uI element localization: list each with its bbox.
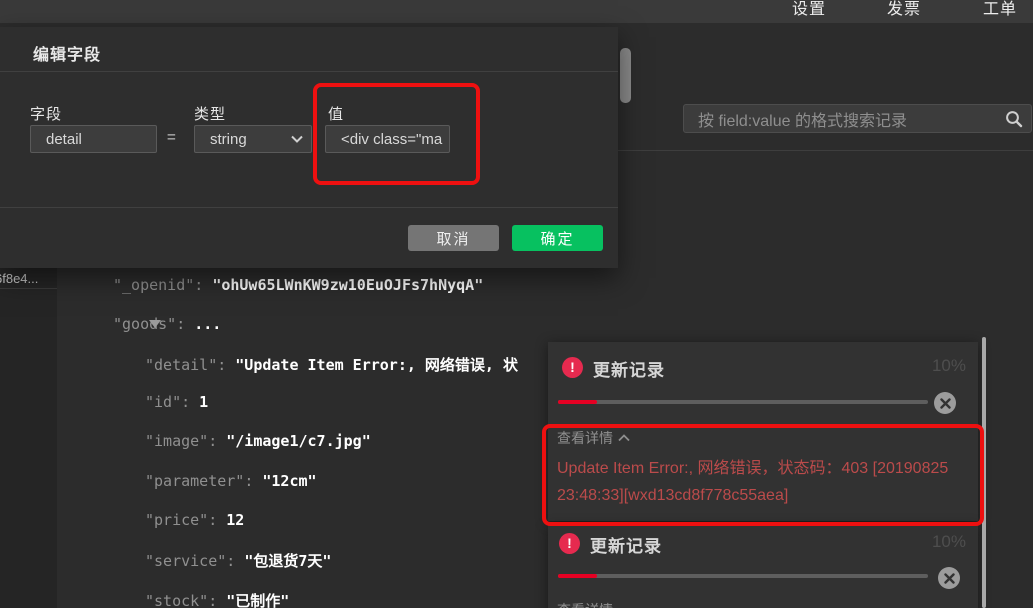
- type-label: 类型: [194, 106, 227, 123]
- chevron-down-icon: [291, 135, 303, 143]
- json-key: "service":: [145, 552, 236, 570]
- json-value: "ohUw65LWnKW9zw10EuOJFs7hNyqA": [212, 276, 484, 294]
- content-scrollbar[interactable]: [982, 337, 986, 608]
- json-key: "parameter":: [145, 472, 254, 490]
- view-details-link[interactable]: 查看详情: [557, 428, 630, 448]
- progress-percent: 10%: [931, 532, 966, 551]
- json-key: "id":: [145, 393, 191, 411]
- view-details-link[interactable]: 查看详情: [557, 600, 613, 608]
- json-value: 12: [226, 511, 245, 529]
- json-key: "_openid":: [113, 276, 204, 294]
- json-row-id: "id": 1: [145, 393, 208, 411]
- value-label: 值: [328, 106, 345, 123]
- json-value: 1: [199, 393, 209, 411]
- toast-title: 更新记录: [593, 361, 665, 380]
- close-icon[interactable]: [938, 567, 960, 589]
- search-icon[interactable]: [1005, 110, 1023, 128]
- json-value: "Update Item Error:, 网络错误, 状: [235, 356, 518, 374]
- error-icon: !: [562, 357, 583, 378]
- dialog-footer-divider: [0, 207, 618, 208]
- dialog-title: 编辑字段: [33, 47, 102, 64]
- json-row-openid: "_openid": "ohUw65LWnKW9zw10EuOJFs7hNyqA": [113, 276, 483, 294]
- json-row-parameter: "parameter": "12cm": [145, 472, 317, 490]
- json-value: "12cm": [262, 472, 317, 490]
- error-message: Update Item Error:, 网络错误，状态码：403 [201908…: [557, 460, 949, 504]
- app-window: 设置 发票 工单 按 field:value 的格式搜索记录 6f8e4... …: [0, 0, 1033, 608]
- json-value: "已制作": [226, 592, 290, 608]
- field-name-input[interactable]: detail: [30, 125, 157, 153]
- json-row-image: "image": "/image1/c7.jpg": [145, 432, 371, 450]
- record-list-sidebar: 6f8e4...: [0, 268, 57, 608]
- view-details-label: 查看详情: [557, 430, 613, 446]
- progress-percent: 10%: [931, 356, 966, 375]
- progress-fill: [558, 400, 597, 404]
- view-details-label: 查看详情: [557, 600, 613, 608]
- panel-divider: [618, 150, 1033, 151]
- type-select-value: string: [210, 130, 247, 148]
- json-row-price: "price": 12: [145, 511, 244, 529]
- confirm-button[interactable]: 确定: [512, 225, 603, 251]
- equals-sign: =: [167, 129, 176, 146]
- edit-field-dialog: 编辑字段 字段 类型 值 detail = string <div class=…: [0, 27, 618, 268]
- json-value[interactable]: ...: [194, 315, 221, 333]
- dialog-header-divider: [0, 71, 618, 72]
- value-input[interactable]: <div class="ma: [325, 125, 450, 153]
- menu-item-settings[interactable]: 设置: [792, 0, 826, 19]
- value-input-text: <div class="ma: [341, 130, 443, 148]
- close-icon[interactable]: [934, 392, 956, 414]
- scrollbar-thumb[interactable]: [620, 48, 631, 103]
- toast-title: 更新记录: [590, 537, 662, 556]
- json-key: "detail":: [145, 356, 227, 374]
- list-divider: [0, 288, 57, 289]
- progress-bar: [558, 400, 928, 404]
- progress-bar: [558, 574, 928, 578]
- search-input[interactable]: 按 field:value 的格式搜索记录: [683, 104, 1032, 133]
- menu-item-invoice[interactable]: 发票: [887, 0, 921, 19]
- json-key: "stock":: [145, 592, 218, 608]
- toast-update-record-2: ! 更新记录 10% 查看详情: [548, 525, 978, 608]
- json-key: "price":: [145, 511, 218, 529]
- json-row-detail: "detail": "Update Item Error:, 网络错误, 状: [145, 354, 518, 375]
- json-value: "/image1/c7.jpg": [226, 432, 371, 450]
- top-menu-bar: 设置 发票 工单: [0, 0, 1033, 23]
- json-row-stock: "stock": "已制作": [145, 590, 289, 608]
- caret-up-icon: [618, 434, 630, 442]
- json-key: "image":: [145, 432, 218, 450]
- cancel-button[interactable]: 取消: [408, 225, 499, 251]
- search-placeholder: 按 field:value 的格式搜索记录: [698, 112, 907, 130]
- field-label: 字段: [30, 106, 63, 123]
- json-row-service: "service": "包退货7天": [145, 550, 331, 571]
- menu-item-workorder[interactable]: 工单: [983, 0, 1017, 19]
- field-name-text: detail: [46, 130, 82, 148]
- json-row-goods: "goods":...: [113, 315, 221, 333]
- triangle-down-icon[interactable]: [149, 320, 161, 328]
- progress-fill: [558, 574, 597, 578]
- json-value: "包退货7天": [244, 552, 332, 570]
- record-list-item[interactable]: 6f8e4...: [0, 271, 38, 286]
- error-icon: !: [559, 533, 580, 554]
- toast-update-record-1: ! 更新记录 10% 查看详情 Update Item Error:, 网络错误…: [548, 342, 978, 521]
- type-select[interactable]: string: [194, 125, 312, 153]
